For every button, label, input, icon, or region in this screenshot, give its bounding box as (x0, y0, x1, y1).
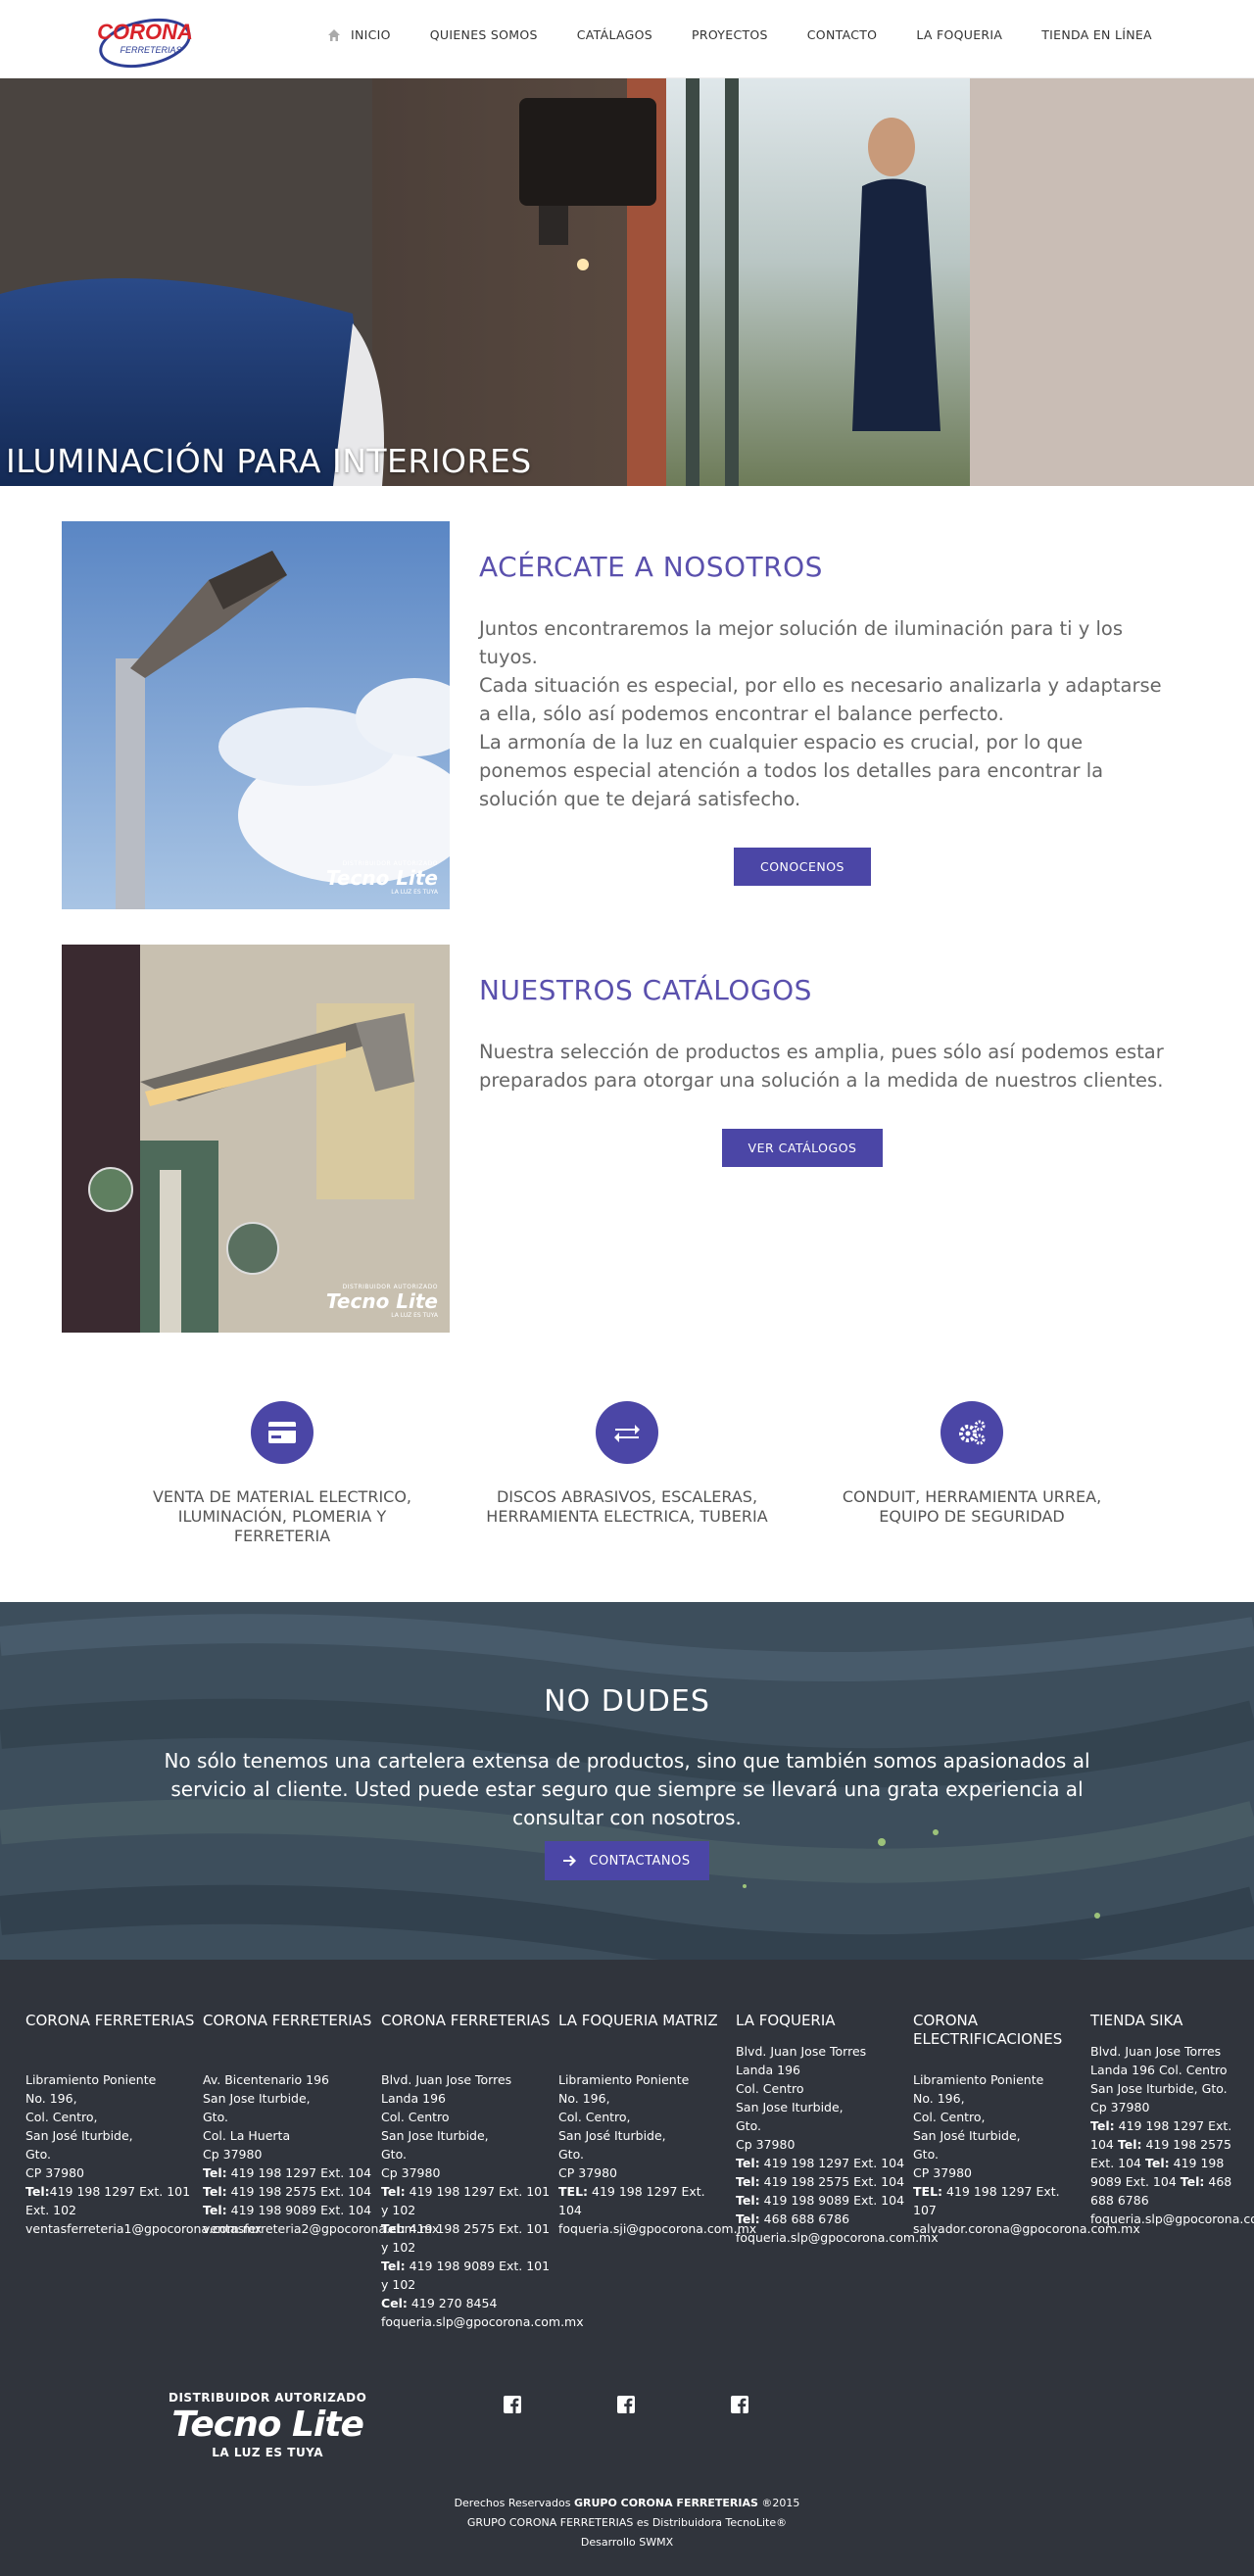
footer-col-corona-ferreterias-1: CORONA FERRETERIAS Libramiento Poniente … (25, 2012, 263, 2238)
facebook-icon[interactable] (503, 2395, 522, 2414)
footer-tel: 419 198 1297 Ext. 104 (763, 2156, 905, 2170)
service-item: VENTA DE MATERIAL ELECTRICO, ILUMINACIÓN… (135, 1401, 429, 1546)
copyright: Derechos Reservados GRUPO CORONA FERRETE… (454, 2497, 800, 2549)
footer-tel: 419 198 9089 Ext. 104 (763, 2193, 905, 2208)
tecnolite-watermark: DISTRIBUIDOR AUTORIZADO Tecno Lite LA LU… (325, 1284, 438, 1319)
footer-col-title: TIENDA SIKA (1090, 2012, 1183, 2029)
footer-col-la-foqueria-matriz: LA FOQUERIA MATRIZ Libramiento Poniente … (558, 2012, 757, 2238)
nav-tienda-en-linea[interactable]: TIENDA EN LÍNEA (1041, 27, 1152, 42)
cta-section: NO DUDES No sólo tenemos una cartelera e… (0, 1602, 1254, 1960)
footer-email[interactable]: ventasferreteria2@gpocorona.com.mx (203, 2219, 439, 2238)
nav-quienes-somos[interactable]: QUIENES SOMOS (430, 27, 538, 42)
footer-address: Libramiento Poniente No. 196, Col. Centr… (25, 2072, 157, 2180)
logo-sub: FERRETERIAS (120, 45, 181, 55)
footer-email[interactable]: ventasferreteria1@gpocorona.com.mx (25, 2219, 262, 2238)
contactanos-button[interactable]: CONTACTANOS (545, 1841, 709, 1880)
services-section: VENTA DE MATERIAL ELECTRICO, ILUMINACIÓN… (0, 1401, 1254, 1607)
logo-text: CORONA (97, 20, 193, 44)
nav-contacto[interactable]: CONTACTO (807, 27, 878, 42)
service-item: CONDUIT, HERRAMIENTA URREA, EQUIPO DE SE… (825, 1401, 1119, 1527)
tecnolite-badge: DISTRIBUIDOR AUTORIZADO Tecno Lite LA LU… (169, 2391, 367, 2459)
footer-col-title: LA FOQUERIA (736, 2012, 836, 2029)
footer-address: Libramiento Poniente No. 196, Col. Centr… (913, 2072, 1044, 2180)
footer-tel: 468 688 6786 (763, 2211, 850, 2226)
about-image: DISTRIBUIDOR AUTORIZADO Tecno Lite LA LU… (62, 521, 450, 909)
service-label: VENTA DE MATERIAL ELECTRICO, ILUMINACIÓN… (152, 1487, 412, 1545)
footer-col-corona-ferreterias-3: CORONA FERRETERIAS Blvd. Juan Jose Torre… (381, 2012, 584, 2331)
arrow-right-icon (563, 1855, 577, 1867)
exchange-icon (596, 1401, 658, 1464)
nav-la-foqueria[interactable]: LA FOQUERIA (916, 27, 1002, 42)
service-label: DISCOS ABRASIVOS, ESCALERAS, HERRAMIENTA… (486, 1487, 768, 1526)
catalogs-title: NUESTROS CATÁLOGOS (479, 974, 812, 1006)
site-header: CORONA FERRETERIAS INICIO QUIENES SOMOS … (0, 0, 1254, 78)
home-icon[interactable] (327, 28, 341, 42)
ver-catalogos-button[interactable]: VER CATÁLOGOS (721, 1129, 884, 1167)
footer-tel: 419 198 1297 Ext. 104 (230, 2165, 372, 2180)
footer-col-tienda-sika: TIENDA SIKA Blvd. Juan Jose Torres Landa… (1090, 2012, 1254, 2228)
footer-col-corona-electrificaciones: CORONA ELECTRIFICACIONES Libramiento Pon… (913, 2012, 1140, 2238)
footer-col-la-foqueria: LA FOQUERIA Blvd. Juan Jose Torres Landa… (736, 2012, 939, 2247)
footer-tel: 419 198 2575 Ext. 104 (230, 2184, 372, 2199)
footer-address: Blvd. Juan Jose Torres Landa 196 Col. Ce… (381, 2072, 512, 2180)
footer-email[interactable]: foqueria.slp@gpocorona.com.mx (736, 2228, 939, 2247)
footer-email[interactable]: foqueria.slp@gpocorona.com.mx (1090, 2210, 1254, 2228)
footer-address: Blvd. Juan Jose Torres Landa 196 Col. Ce… (1090, 2044, 1228, 2114)
facebook-icon[interactable] (730, 2395, 749, 2414)
about-title: ACÉRCATE A NOSOTROS (479, 551, 823, 583)
nav-catalagos[interactable]: CATÁLAGOS (577, 27, 652, 42)
hero-image (0, 78, 1254, 486)
footer-col-title: CORONA ELECTRIFICACIONES (913, 2012, 1063, 2048)
about-body: Juntos encontraremos la mejor solución d… (479, 617, 1162, 810)
footer-address: Libramiento Poniente No. 196, Col. Centr… (558, 2072, 690, 2180)
footer-tel: 419 198 9089 Ext. 101 y 102 (381, 2259, 551, 2292)
catalogs-body: Nuestra selección de productos es amplia… (479, 1041, 1164, 1092)
cta-title: NO DUDES (544, 1684, 710, 1719)
conocenos-button[interactable]: CONOCENOS (733, 848, 871, 886)
footer-col-corona-ferreterias-2: CORONA FERRETERIAS Av. Bicentenario 196 … (203, 2012, 440, 2238)
footer-email[interactable]: salvador.corona@gpocorona.com.mx (913, 2219, 1140, 2238)
hero-banner: ILUMINACIÓN PARA INTERIORES (0, 78, 1254, 486)
footer-col-title: CORONA FERRETERIAS (381, 2012, 551, 2029)
nav-proyectos[interactable]: PROYECTOS (692, 27, 768, 42)
contactanos-label: CONTACTANOS (589, 1853, 691, 1869)
footer-tel: 419 198 1297 Ext. 101 Ext. 102 (25, 2184, 191, 2217)
facebook-icon[interactable] (616, 2395, 636, 2414)
credit-card-icon (251, 1401, 314, 1464)
footer-address: Blvd. Juan Jose Torres Landa 196 Col. Ce… (736, 2044, 867, 2152)
footer-cel: 419 270 8454 (410, 2296, 498, 2310)
footer-tel: 419 198 2575 Ext. 104 (763, 2174, 905, 2189)
footer-col-title: CORONA FERRETERIAS (25, 2012, 195, 2029)
footer-col-title: CORONA FERRETERIAS (203, 2012, 372, 2029)
corona-logo[interactable]: CORONA FERRETERIAS (96, 14, 194, 69)
catalogs-text: NUESTROS CATÁLOGOS Nuestra selección de … (479, 945, 1165, 1167)
main-nav: INICIO QUIENES SOMOS CATÁLAGOS PROYECTOS… (327, 27, 1152, 42)
catalogs-image: DISTRIBUIDOR AUTORIZADO Tecno Lite LA LU… (62, 945, 450, 1333)
footer-address: Av. Bicentenario 196 San Jose Iturbide, … (203, 2072, 329, 2162)
nav-inicio[interactable]: INICIO (351, 27, 391, 42)
footer-tel: 419 198 2575 Ext. 101 y 102 (381, 2221, 551, 2255)
footer-tel: 419 198 9089 Ext. 104 (230, 2203, 372, 2217)
site-footer: CORONA FERRETERIAS Libramiento Poniente … (0, 1960, 1254, 2576)
footer-col-title: LA FOQUERIA MATRIZ (558, 2012, 718, 2029)
footer-email[interactable]: foqueria.slp@gpocorona.com.mx (381, 2312, 584, 2331)
about-text: ACÉRCATE A NOSOTROS Juntos encontraremos… (479, 521, 1165, 886)
service-label: CONDUIT, HERRAMIENTA URREA, EQUIPO DE SE… (842, 1487, 1102, 1526)
footer-email[interactable]: foqueria.sji@gpocorona.com.mx (558, 2219, 756, 2238)
service-item: DISCOS ABRASIVOS, ESCALERAS, HERRAMIENTA… (480, 1401, 774, 1527)
gears-icon (940, 1401, 1003, 1464)
hero-title: ILUMINACIÓN PARA INTERIORES (6, 442, 532, 480)
footer-tel: 419 198 1297 Ext. 101 y 102 (381, 2184, 551, 2217)
cta-body: No sólo tenemos una cartelera extensa de… (164, 1749, 1090, 1829)
tecnolite-watermark: DISTRIBUIDOR AUTORIZADO Tecno Lite LA LU… (325, 860, 438, 896)
